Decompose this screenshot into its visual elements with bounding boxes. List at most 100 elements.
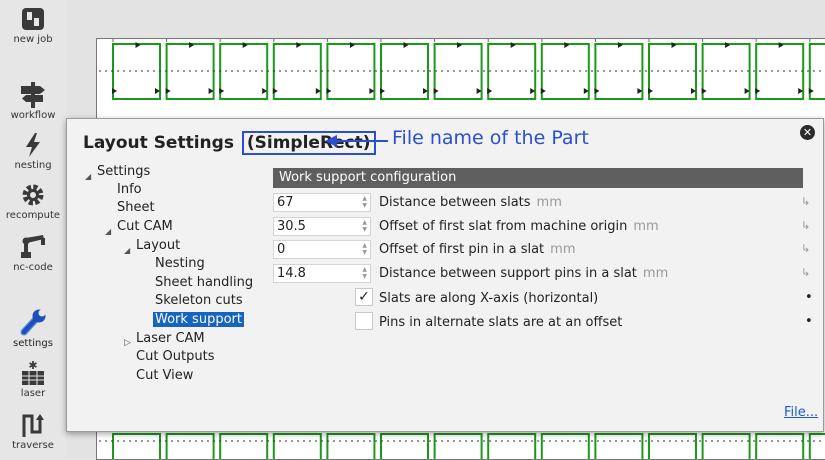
unit-label: mm [633,219,659,234]
cut-direction-arrow [219,88,225,94]
expand-arrow-icon: ◢ [85,172,92,181]
tree-item-sheet-handling[interactable]: Sheet handling [155,274,253,292]
unit-label: mm [642,266,669,281]
tree-item-work-support[interactable]: Work support [153,311,244,329]
tree-item-layout[interactable]: ◢ Layout [124,237,180,255]
gear-icon [22,184,44,206]
cut-direction-arrow [564,42,570,48]
laser-icon: ✱ [22,360,44,385]
cut-direction-arrow [671,42,677,48]
cut-direction-arrow [326,88,332,94]
cut-direction-arrow [457,42,463,48]
cut-direction-arrow [701,88,707,94]
reset-icon[interactable]: ↳ [801,266,810,279]
nesting-label: nesting [14,160,52,171]
new-job-label: new job [13,34,53,45]
checkbox-row-alternate-offset: Pins in alternate slats are at an offset… [273,311,813,333]
file-link[interactable]: File... [784,405,818,420]
cut-direction-arrow [272,88,278,94]
cut-direction-arrow [725,42,731,48]
robot-arm-icon [21,235,45,258]
spinner-arrows-icon[interactable]: ▲ ▼ [362,219,367,233]
traverse-icon [22,414,44,437]
tree-item-sheet[interactable]: Sheet [117,199,155,217]
recompute-label: recompute [5,210,61,221]
field-label: Distance between support pins in a slat [379,266,637,281]
tree-item-laser-cam[interactable]: ▷ Laser CAM [124,330,205,348]
cut-direction-arrow [165,88,171,94]
dialog-title-text: Layout Settings [83,133,234,153]
field-row-pin-offset: 0 ▲ ▼ Offset of first pin in a slat mm ↳ [273,238,810,260]
settings-label: settings [13,338,53,349]
new-job-icon [22,8,44,30]
settings-button[interactable]: settings [0,308,66,349]
cut-direction-arrow [189,42,195,48]
spinner-arrows-icon[interactable]: ▲ ▼ [362,266,367,280]
cut-direction-arrow [808,88,814,94]
left-toolbar: new job workflow nesting recompute nc-co… [0,0,66,458]
nc-code-button[interactable]: nc-code [0,232,66,273]
signpost-icon [21,82,45,108]
tree-item-cut-cam[interactable]: ◢ Cut CAM [105,218,173,236]
collapse-arrow-icon: ▷ [124,338,131,348]
tree-item-nesting[interactable]: Nesting [155,255,205,273]
field-row-slat-distance: 67 ▲ ▼ Distance between slats mm ↳ [273,191,810,213]
lightning-icon [26,133,40,157]
close-icon: ✕ [802,126,813,139]
unit-label: mm [536,195,562,210]
laser-button[interactable]: ✱ laser [0,360,66,399]
panel-header: Work support configuration [273,168,803,188]
close-button[interactable]: ✕ [800,125,815,140]
cut-direction-arrow [403,42,409,48]
annotation-arrow-icon [325,135,388,147]
cut-direction-arrow [349,42,355,48]
expand-arrow-icon: ◢ [105,227,112,236]
annotation-label: File name of the Part [392,127,589,149]
wrench-icon [20,309,46,336]
slat-distance-input[interactable]: 67 ▲ ▼ [273,193,371,212]
field-label: Distance between slats [379,195,531,210]
field-label: Offset of first slat from machine origin [379,219,628,234]
unit-label: mm [550,242,576,257]
tree-item-cut-view[interactable]: Cut View [136,367,193,385]
cut-direction-arrow [433,88,439,94]
cut-direction-arrow [540,88,546,94]
cut-direction-arrow [778,42,784,48]
tree-item-info[interactable]: Info [117,181,142,199]
tree-item-settings[interactable]: ◢ Settings [85,163,150,181]
cut-direction-arrow [594,88,600,94]
slats-x-axis-checkbox[interactable]: ✓ [355,288,373,306]
field-label: Offset of first pin in a slat [379,242,545,257]
layout-settings-dialog: Layout Settings (SimpleRect) File name o… [66,118,824,432]
tree-item-cut-outputs[interactable]: Cut Outputs [136,348,214,366]
alternate-offset-checkbox[interactable] [355,312,373,330]
cut-direction-arrow [135,42,141,48]
field-row-slat-offset: 30.5 ▲ ▼ Offset of first slat from machine… [273,215,810,237]
nesting-button[interactable]: nesting [0,132,66,171]
spinner-arrows-icon[interactable]: ▲ ▼ [362,242,367,256]
cut-direction-arrow [510,42,516,48]
cut-direction-arrow [617,42,623,48]
pin-distance-input[interactable]: 14.8 ▲ ▼ [273,264,371,283]
laser-label: laser [20,388,46,399]
pin-offset-input[interactable]: 0 ▲ ▼ [273,240,371,259]
recompute-button[interactable]: recompute [0,182,66,221]
workflow-button[interactable]: workflow [0,80,66,121]
field-row-pin-distance: 14.8 ▲ ▼ Distance between support pins in … [273,262,810,284]
workflow-label: workflow [10,110,56,121]
slat-offset-input[interactable]: 30.5 ▲ ▼ [273,217,371,236]
cut-direction-arrow [112,88,117,94]
reset-icon[interactable]: ↳ [801,195,810,208]
tree-item-skeleton-cuts[interactable]: Skeleton cuts [155,292,243,310]
traverse-button[interactable]: traverse [0,412,66,451]
cut-direction-arrow [380,88,385,94]
svg-text:✱: ✱ [28,360,37,372]
cut-direction-arrow [296,42,302,48]
reset-icon[interactable]: ↳ [801,219,810,232]
cut-direction-arrow [648,88,653,94]
status-dot: • [805,290,813,305]
spinner-arrows-icon[interactable]: ▲ ▼ [362,195,367,209]
reset-icon[interactable]: ↳ [801,242,810,255]
new-job-button[interactable]: new job [0,6,66,45]
cut-direction-arrow [755,88,761,94]
